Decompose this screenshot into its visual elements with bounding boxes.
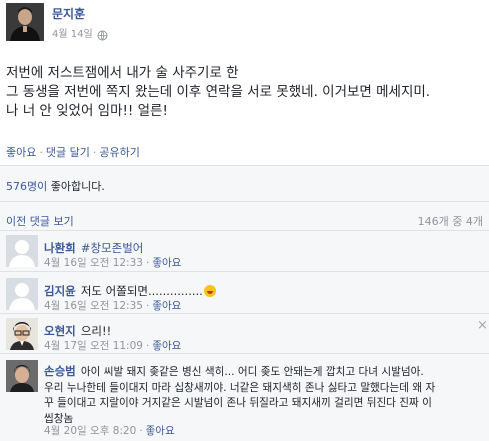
share-link[interactable]: 공유하기 xyxy=(99,146,139,159)
commenter-name[interactable]: 손승범 xyxy=(44,364,76,378)
post-date[interactable]: 4월 14일 xyxy=(52,25,93,40)
post-line: 그 동생을 저번에 쪽지 왔는데 이후 연락을 서로 못했네. 이거보면 메세지… xyxy=(6,84,431,100)
smile-emoji-icon xyxy=(203,285,216,297)
commenter-avatar[interactable] xyxy=(6,360,38,392)
commenter-avatar[interactable] xyxy=(6,278,38,310)
divider xyxy=(0,353,489,354)
post-body: 저번에 저스트잼에서 내가 술 사주기로 한 그 동생을 저번에 쪽지 왔는데 … xyxy=(6,64,481,121)
audience-icon[interactable] xyxy=(97,26,108,45)
author-avatar[interactable] xyxy=(6,3,44,41)
meta-separator: · xyxy=(145,300,150,312)
comment-meta: 4월 16일 오전 12:33 · 좋아요 xyxy=(44,255,181,270)
comment: 김지윤 저도 어쫄되면............... xyxy=(44,280,216,299)
comment-hashtag[interactable]: #창모존벌어 xyxy=(81,241,144,255)
comment-meta: 4월 16일 오전 12:35 · 좋아요 xyxy=(44,298,181,313)
post-actions: 좋아요 · 댓글 달기 · 공유하기 xyxy=(6,144,140,160)
comment-like-link[interactable]: 좋아요 xyxy=(146,425,175,437)
likes-summary: 576명이 좋아합니다. xyxy=(6,178,105,194)
comment: 손승범 아이 씨발 돼지 좆같은 병신 색히... 어디 좆도 안돼는게 깝치고… xyxy=(44,362,484,427)
meta-separator: · xyxy=(145,257,150,269)
comment-like-link[interactable]: 좋아요 xyxy=(152,340,181,352)
commenter-name[interactable]: 나환희 xyxy=(44,241,76,255)
comment-link[interactable]: 댓글 달기 xyxy=(46,146,90,159)
comment: 나환희 #창모존벌어 xyxy=(44,237,143,256)
comment-text: 저도 어쫄되면............... xyxy=(80,284,203,298)
divider xyxy=(0,271,489,272)
view-previous-comments[interactable]: 이전 댓글 보기 xyxy=(6,213,74,229)
action-separator: · xyxy=(39,146,43,159)
meta-separator: · xyxy=(139,425,143,437)
action-separator: · xyxy=(92,146,97,159)
post-line: 저번에 저스트잼에서 내가 술 사주기로 한 xyxy=(6,65,239,81)
post-line: 나 너 안 잊었어 임마!! 얼른! xyxy=(6,103,168,119)
likes-suffix: 좋아합니다. xyxy=(47,180,105,193)
comment-like-link[interactable]: 좋아요 xyxy=(152,257,181,269)
divider xyxy=(0,165,489,166)
comment-time[interactable]: 4월 20일 오후 8:20 xyxy=(44,425,136,437)
commenter-name[interactable]: 오현지 xyxy=(44,324,76,338)
comment-time[interactable]: 4월 17일 오전 11:09 xyxy=(44,340,143,352)
comment-time[interactable]: 4월 16일 오전 12:33 xyxy=(44,257,143,269)
comment-text: 아이 씨발 돼지 좆같은 병신 색히... 어디 좆도 안돼는게 깝치고 다녀 … xyxy=(80,366,424,378)
comment-meta: 4월 17일 오전 11:09 · 좋아요 xyxy=(44,338,181,353)
comment: 오현지 으리!! xyxy=(44,320,111,339)
comment-text: 꾸 들이대고 지랄이야 거지같은 시발넘이 존나 뒤질라고 돼지새끼 걸리면 뒤… xyxy=(44,397,432,409)
close-icon[interactable]: × xyxy=(477,318,488,333)
comment-time[interactable]: 4월 16일 오전 12:35 xyxy=(44,300,143,312)
likes-count-link[interactable]: 576명이 xyxy=(6,180,47,193)
commenter-avatar[interactable] xyxy=(6,235,38,267)
meta-separator: · xyxy=(145,340,150,352)
comment-text: 우리 누나한테 들이대지 마라 십창새끼야. 너같은 돼지색히 존나 싫타고 말… xyxy=(44,381,436,394)
commenter-avatar[interactable] xyxy=(6,318,38,350)
comment-meta: 4월 20일 오후 8:20 · 좋아요 xyxy=(44,423,175,438)
commenter-name[interactable]: 김지윤 xyxy=(44,284,76,298)
like-link[interactable]: 좋아요 xyxy=(6,146,36,159)
comment-like-link[interactable]: 좋아요 xyxy=(152,300,181,312)
comment-text: 으리!! xyxy=(80,324,112,338)
divider xyxy=(0,230,489,231)
comment-count: 146개 중 4개 xyxy=(417,215,483,228)
divider xyxy=(0,201,489,202)
author-name[interactable]: 문지훈 xyxy=(52,5,85,22)
divider xyxy=(0,313,489,314)
